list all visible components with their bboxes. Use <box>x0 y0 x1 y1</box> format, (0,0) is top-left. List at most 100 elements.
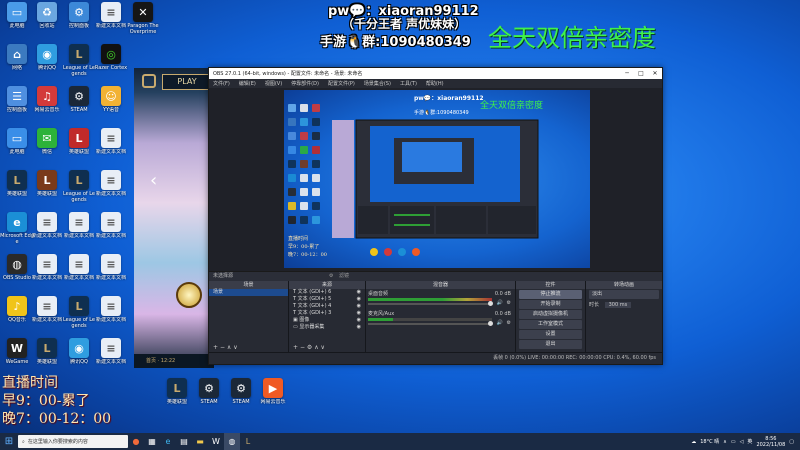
lol-client-window[interactable]: PLAY ‹ 首页 · 12:22 <box>134 68 214 368</box>
desktop-icon-qq[interactable]: ◉ 腾讯QQ <box>30 44 64 77</box>
desktop-icon-lol-d[interactable]: L League of Legends <box>62 296 96 329</box>
chevron-down-icon[interactable]: ∨ <box>233 344 237 351</box>
desktop-icon-lol-a[interactable]: L 英雄联盟 <box>0 170 34 203</box>
desktop-icon-txt10[interactable]: ≡ 新建文本文档 <box>30 296 64 329</box>
desktop-icon-lol-red[interactable]: L 英雄联盟 <box>62 128 96 161</box>
chevron-up-icon[interactable]: ∧ <box>227 344 231 351</box>
start-recording-button[interactable]: 开始录制 <box>519 300 582 309</box>
desktop-icon-txt9[interactable]: ≡ 新建文本文档 <box>94 254 128 287</box>
chevron-down-icon[interactable]: ∨ <box>321 344 325 351</box>
desktop-icon-txt8[interactable]: ≡ 新建文本文档 <box>62 254 96 287</box>
transition-select[interactable]: 淡出 <box>589 290 659 299</box>
play-button[interactable]: PLAY <box>162 74 212 90</box>
weather-icon[interactable]: ☁ <box>691 439 696 445</box>
desktop-icon-lol-c[interactable]: L League of Legends <box>62 170 96 203</box>
add-icon[interactable]: + <box>213 344 218 351</box>
desktop-icon-lol-e[interactable]: L 英雄联盟 <box>30 338 64 371</box>
desktop-icon-recycle[interactable]: ♻ 回收站 <box>30 2 64 35</box>
desktop-icon-txt[interactable]: ≡ 新建文本文档 <box>94 2 128 35</box>
eye-icon[interactable]: ◉ <box>357 324 361 331</box>
desktop-icon-wegame[interactable]: W WeGame <box>0 338 34 371</box>
remove-icon[interactable]: − <box>220 344 225 351</box>
source-item[interactable]: T 文本 (GDI+) 4 ◉ <box>289 303 365 310</box>
weather-label[interactable]: 18°C 晴 <box>700 438 719 445</box>
desktop-icon-txt5[interactable]: ≡ 新建文本文档 <box>62 212 96 245</box>
chevron-left-icon[interactable]: ‹ <box>150 170 157 191</box>
desktop-icon-txt6[interactable]: ≡ 新建文本文档 <box>94 212 128 245</box>
desktop-icon-pc2[interactable]: ▭ 此电脑 <box>0 128 34 161</box>
edge-icon[interactable]: e <box>160 433 176 450</box>
maximize-icon[interactable]: □ <box>634 70 648 77</box>
folder-icon[interactable]: ▬ <box>192 433 208 450</box>
desktop-icon-qq2[interactable]: ◉ 腾讯QQ <box>62 338 96 371</box>
eye-icon[interactable]: ◉ <box>357 289 361 296</box>
chevron-up-icon[interactable]: ∧ <box>723 439 727 445</box>
duration-input[interactable]: 300 ms <box>604 302 632 308</box>
desktop-icon-steam[interactable]: ⚙ STEAM <box>62 86 96 119</box>
desktop-icon-txt2[interactable]: ≡ 新建文本文档 <box>94 128 128 161</box>
desktop-icon-qqmusic[interactable]: ♪ QQ音乐 <box>0 296 34 329</box>
desktop-icon-music[interactable]: ♫ 网易云音乐 <box>30 86 64 119</box>
desktop-icon-steam2[interactable]: ⚙ STEAM <box>192 378 226 411</box>
add-icon[interactable]: + <box>293 344 298 351</box>
gear-icon[interactable]: ⚙ <box>507 320 511 326</box>
source-item[interactable]: T 文本 (GDI+) 3 ◉ <box>289 310 365 317</box>
source-item[interactable]: T 文本 (GDI+) 6 ◉ <box>289 289 365 296</box>
desktop-icon-txt7[interactable]: ≡ 新建文本文档 <box>30 254 64 287</box>
menu-view[interactable]: 视图(V) <box>265 80 282 87</box>
desktop-icon-pc[interactable]: ▭ 此电脑 <box>0 2 34 35</box>
wegame-icon[interactable]: W <box>208 433 224 450</box>
volume-slider[interactable] <box>368 303 492 305</box>
store-icon[interactable]: ▤ <box>176 433 192 450</box>
menu-docks[interactable]: 停靠部件(D) <box>291 80 319 87</box>
notification-icon[interactable]: ▢ <box>789 439 794 445</box>
desktop-icon-lol-f[interactable]: L 英雄联盟 <box>160 378 194 411</box>
source-item[interactable]: T 文本 (GDI+) 5 ◉ <box>289 296 365 303</box>
desktop-icon-control[interactable]: ⚙ 控制面板 <box>62 2 96 35</box>
desktop-icon-txt11[interactable]: ≡ 新建文本文档 <box>94 296 128 329</box>
desktop-icon-yy[interactable]: ☺ YY语音 <box>94 86 128 119</box>
desktop-icon-edge[interactable]: e Microsoft Edge <box>0 212 34 245</box>
filter-label[interactable]: 滤镜 <box>339 272 349 281</box>
virtual-camera-button[interactable]: 启动虚拟摄像机 <box>519 310 582 319</box>
desktop-icon-razer[interactable]: ◎ Razer Cortex <box>94 44 128 77</box>
remove-icon[interactable]: − <box>300 344 305 351</box>
desktop-icon-txt3[interactable]: ≡ 新建文本文档 <box>94 170 128 203</box>
eye-icon[interactable]: ◉ <box>357 310 361 317</box>
lol-icon[interactable]: L <box>240 433 256 450</box>
desktop-icon-wechat[interactable]: ✉ 微信 <box>30 128 64 161</box>
taskbar-search[interactable]: ⌕ 在这里输入你要搜索的内容 <box>18 435 128 448</box>
eye-icon[interactable]: ◉ <box>357 317 361 324</box>
menu-file[interactable]: 文件(F) <box>213 80 230 87</box>
source-item[interactable]: ▣ 图像 ◉ <box>289 317 365 324</box>
exit-button[interactable]: 退出 <box>519 340 582 349</box>
clock[interactable]: 8:56 2022/11/08 <box>756 436 785 448</box>
desktop-icon-red[interactable]: ▶ 网易云音乐 <box>256 378 290 411</box>
menu-scene-collection[interactable]: 场景集合(S) <box>364 80 391 87</box>
desktop-icon-lol2[interactable]: L League of Legends <box>62 44 96 77</box>
eye-icon[interactable]: ◉ <box>357 303 361 310</box>
volume-knob[interactable] <box>488 301 493 306</box>
gear-icon[interactable]: ⚙ <box>329 272 333 281</box>
speaker-icon[interactable]: 🔊 <box>497 300 503 306</box>
minimize-icon[interactable]: ─ <box>620 70 634 77</box>
desktop-icon-txt12[interactable]: ≡ 新建文本文档 <box>94 338 128 371</box>
volume-slider[interactable] <box>368 323 492 325</box>
close-icon[interactable]: ✕ <box>648 70 662 77</box>
menu-profile[interactable]: 配置文件(P) <box>328 80 355 87</box>
menu-tools[interactable]: 工具(T) <box>400 80 417 87</box>
cortana-icon[interactable]: ● <box>128 433 144 450</box>
desktop-icon-ctrl2[interactable]: ☰ 控制面板 <box>0 86 34 119</box>
menu-edit[interactable]: 编辑(E) <box>239 80 256 87</box>
obs-window[interactable]: OBS 27.0.1 (64-bit, windows) - 配置文件: 未命名… <box>208 67 663 365</box>
obs-titlebar[interactable]: OBS 27.0.1 (64-bit, windows) - 配置文件: 未命名… <box>209 68 662 79</box>
obs-preview-canvas[interactable]: pw💬：xiaoran99112 全天双倍亲密度 手游🐧群:1090480349… <box>284 90 590 268</box>
eye-icon[interactable]: ◉ <box>357 296 361 303</box>
studio-mode-button[interactable]: 工作室模式 <box>519 320 582 329</box>
gear-icon[interactable]: ⚙ <box>507 300 511 306</box>
desktop-icon-lol-b[interactable]: L 英雄联盟 <box>30 170 64 203</box>
volume-icon[interactable]: ◁ <box>740 439 744 445</box>
menu-help[interactable]: 帮助(H) <box>426 80 444 87</box>
obs-icon[interactable]: ◍ <box>224 433 240 450</box>
gear-icon[interactable]: ⚙ <box>307 344 312 351</box>
